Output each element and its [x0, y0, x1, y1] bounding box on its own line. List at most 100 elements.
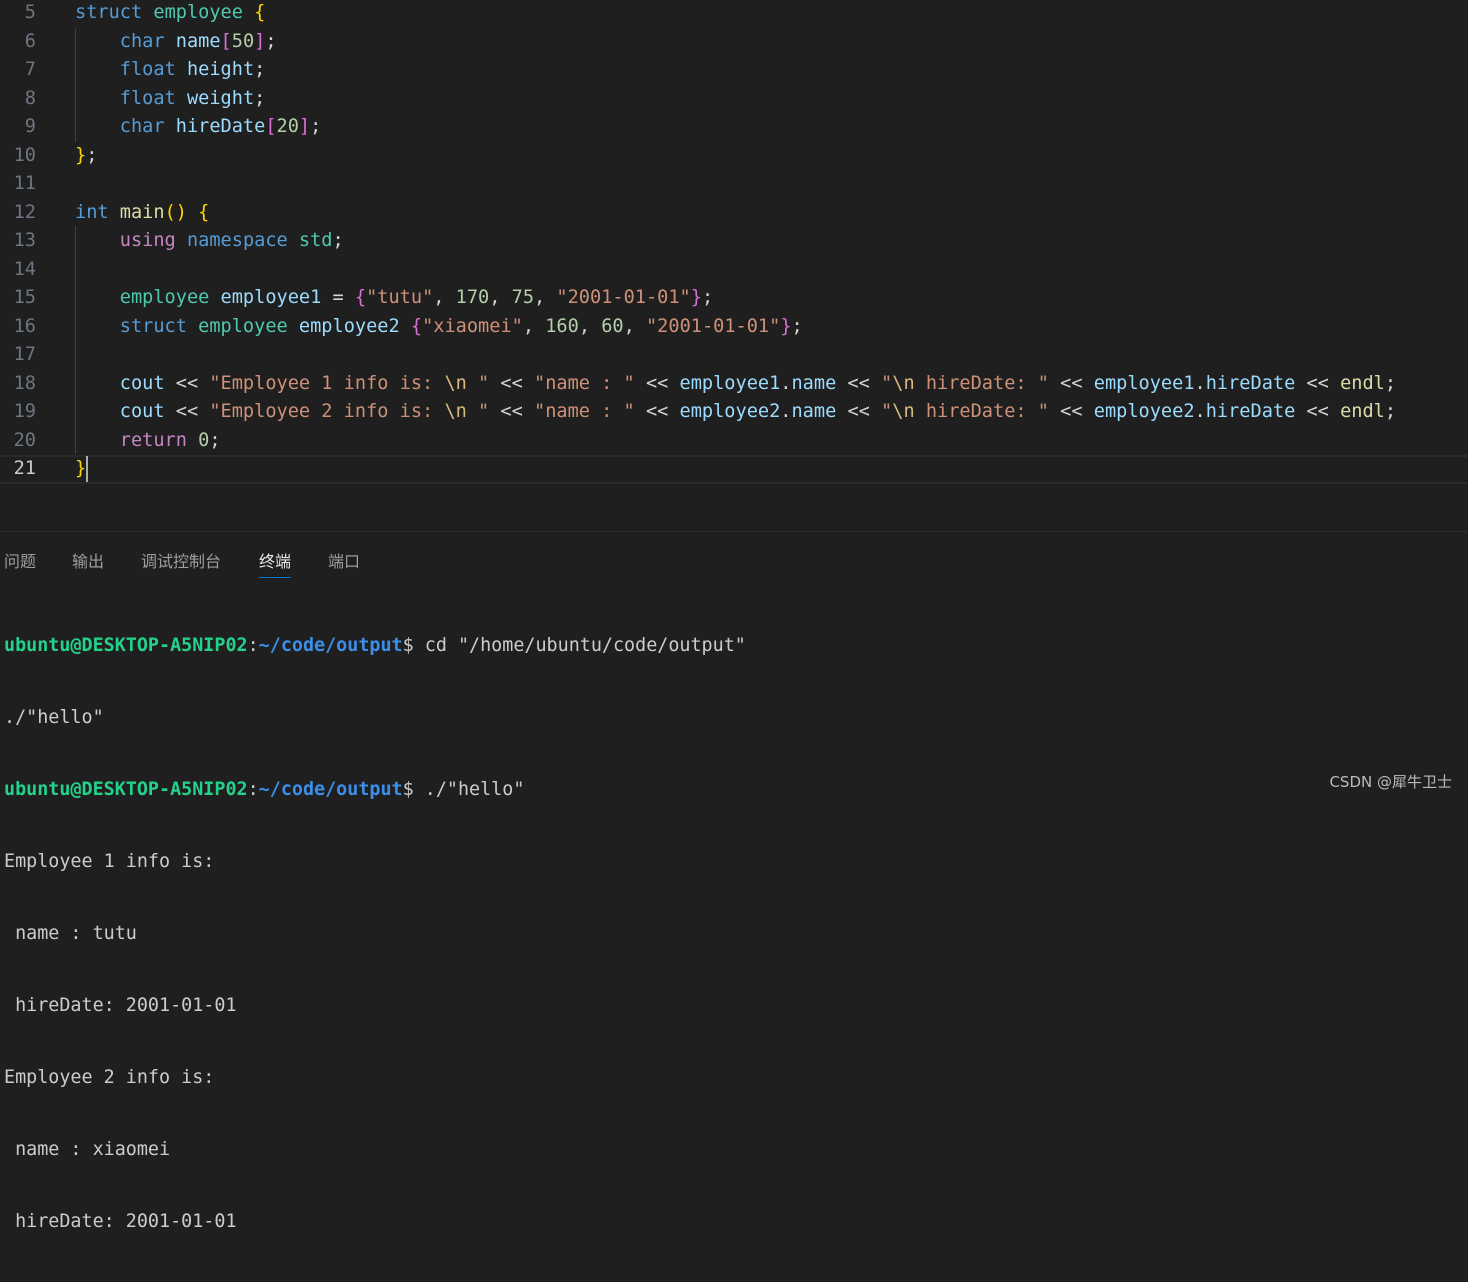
code-token: ] [254, 30, 266, 52]
bottom-panel: 问题 输出 调试控制台 终端 端口 ubuntu@DESKTOP-A5NIP02… [0, 531, 1468, 1232]
terminal-output[interactable]: ubuntu@DESKTOP-A5NIP02:~/code/output$ cd… [4, 586, 746, 1282]
code-token: cout [119, 401, 165, 422]
line-number[interactable]: 19 [0, 398, 36, 427]
terminal-line: Employee 2 info is: [4, 1067, 215, 1088]
code-token: 20 [276, 116, 299, 137]
tab-debug-console[interactable]: 调试控制台 [141, 548, 221, 572]
code-line[interactable]: 11 [0, 170, 1468, 199]
code-line[interactable]: 16 struct employee employee2 {"xiaomei",… [0, 313, 1468, 342]
line-number[interactable]: 15 [0, 284, 36, 313]
line-number[interactable]: 16 [0, 313, 36, 342]
tab-terminal[interactable]: 终端 [259, 548, 292, 578]
line-number[interactable]: 21 [0, 457, 36, 482]
code-token: int [75, 201, 109, 223]
code-line[interactable]: 19 cout << "Employee 2 info is: \n " << … [0, 398, 1468, 427]
line-number[interactable]: 12 [0, 199, 36, 228]
line-number[interactable]: 18 [0, 370, 36, 399]
code-token: { [354, 287, 367, 308]
code-token: "Employee 1 info is: [209, 372, 445, 394]
code-line[interactable]: 6 char name[50]; [0, 28, 1468, 57]
terminal-line: Employee 1 info is: [4, 851, 215, 872]
code-token: ; [791, 315, 803, 337]
code-token: , [489, 287, 512, 308]
code-token: ; [86, 144, 98, 166]
code-token: { [198, 201, 210, 223]
code-token: , [623, 315, 646, 337]
code-token: namespace [186, 230, 288, 251]
code-token: , [522, 315, 546, 337]
code-token: return [119, 429, 187, 451]
code-editor[interactable]: 5 struct employee {6 char name[50]; 7 floa… [0, 0, 1468, 530]
code-token: . [1194, 372, 1206, 394]
line-number[interactable]: 14 [0, 256, 36, 285]
code-line[interactable]: 17 [0, 341, 1468, 370]
code-token: hireDate [175, 116, 266, 137]
line-number[interactable]: 20 [0, 427, 36, 456]
code-line[interactable]: 12 int main() { [0, 199, 1468, 228]
line-number[interactable]: 9 [0, 113, 36, 142]
tab-ports[interactable]: 端口 [328, 548, 360, 572]
code-token: << [164, 372, 210, 394]
code-token: name [175, 30, 221, 52]
prompt-user: ubuntu@DESKTOP-A5NIP02 [4, 635, 248, 656]
code-token: , [578, 315, 602, 337]
line-code: employee employee1 = {"tutu", 170, 75, "… [75, 284, 713, 313]
code-token: struct [75, 2, 143, 23]
code-line[interactable]: 14 [0, 256, 1468, 285]
line-number[interactable]: 17 [0, 341, 36, 370]
code-token: weight [186, 87, 255, 109]
code-token: , [433, 287, 456, 308]
code-token: << [634, 401, 680, 422]
code-token: "2001-01-01" [645, 315, 781, 337]
code-token: } [690, 287, 702, 308]
code-line[interactable]: 13 using namespace std; [0, 227, 1468, 256]
line-code: float height; [75, 56, 266, 85]
code-token: height [186, 59, 255, 80]
line-number[interactable]: 11 [0, 170, 36, 199]
code-line[interactable]: 15 employee employee1 = {"tutu", 170, 75… [0, 284, 1468, 313]
code-token: << [1295, 372, 1341, 394]
code-line[interactable]: 5 struct employee { [0, 0, 1468, 28]
code-token: "xiaomei" [422, 315, 523, 337]
line-number[interactable]: 8 [0, 85, 36, 114]
tab-output[interactable]: 输出 [72, 548, 104, 572]
line-number[interactable]: 10 [0, 142, 36, 171]
line-number[interactable]: 7 [0, 56, 36, 85]
code-line[interactable]: 7 float height; [0, 56, 1468, 85]
code-line[interactable]: 21} [0, 455, 1468, 484]
code-token: char [119, 116, 165, 137]
code-token: cout [119, 372, 165, 394]
code-token: << [1048, 401, 1094, 422]
code-line[interactable]: 18 cout << "Employee 1 info is: \n " << … [0, 370, 1468, 399]
line-number[interactable]: 5 [0, 0, 36, 28]
code-line[interactable]: 8 float weight; [0, 85, 1468, 114]
code-line[interactable]: 9 char hireDate[20]; [0, 113, 1468, 142]
code-token: { [410, 315, 423, 337]
code-token: 0 [198, 429, 210, 451]
code-line[interactable]: 10}; [0, 142, 1468, 171]
code-token: char [119, 30, 165, 52]
code-token: " [881, 372, 893, 394]
line-number[interactable]: 6 [0, 28, 36, 57]
code-token: ; [310, 116, 322, 137]
line-number[interactable]: 13 [0, 227, 36, 256]
terminal-line: hireDate: 2001-01-01 [4, 995, 237, 1016]
terminal-line: hireDate: 2001-01-01 [4, 1211, 237, 1232]
code-token: " [466, 401, 490, 422]
code-token: employee1 [679, 372, 781, 394]
tab-problems[interactable]: 问题 [4, 548, 36, 572]
code-token: << [836, 372, 882, 394]
code-line[interactable]: 20 return 0; [0, 427, 1468, 456]
terminal-line: name : tutu [4, 923, 137, 944]
code-token: employee [119, 287, 210, 308]
code-token: name [791, 372, 837, 394]
code-token: employee [153, 2, 243, 23]
